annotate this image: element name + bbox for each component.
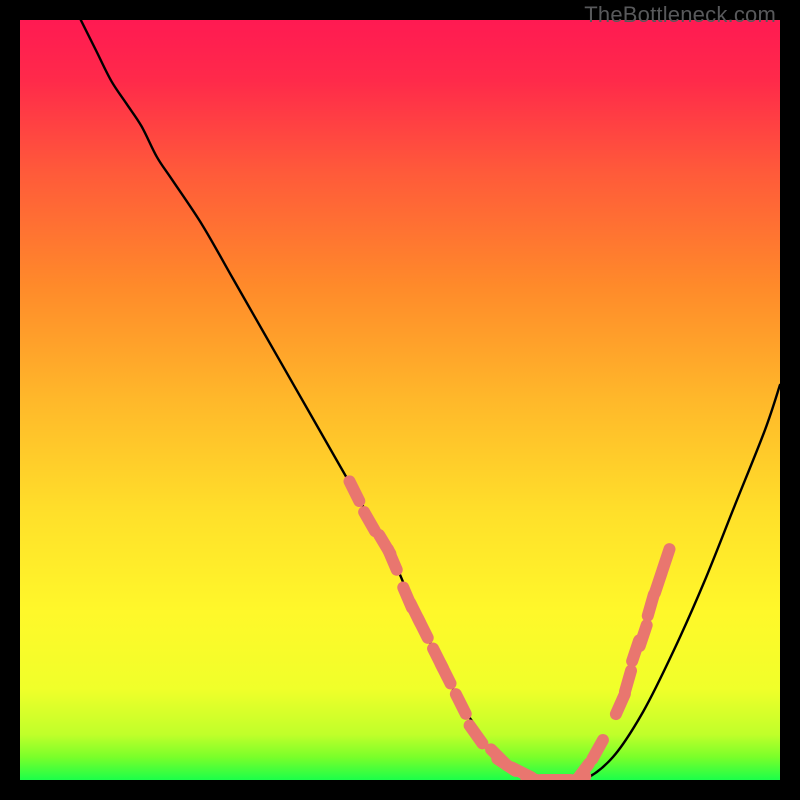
marker-point — [663, 549, 670, 570]
bottleneck-chart — [20, 20, 780, 780]
chart-frame — [20, 20, 780, 780]
marker-point — [388, 549, 397, 569]
marker-point — [625, 671, 631, 692]
marker-point — [640, 625, 647, 646]
watermark-text: TheBottleneck.com — [584, 2, 776, 28]
